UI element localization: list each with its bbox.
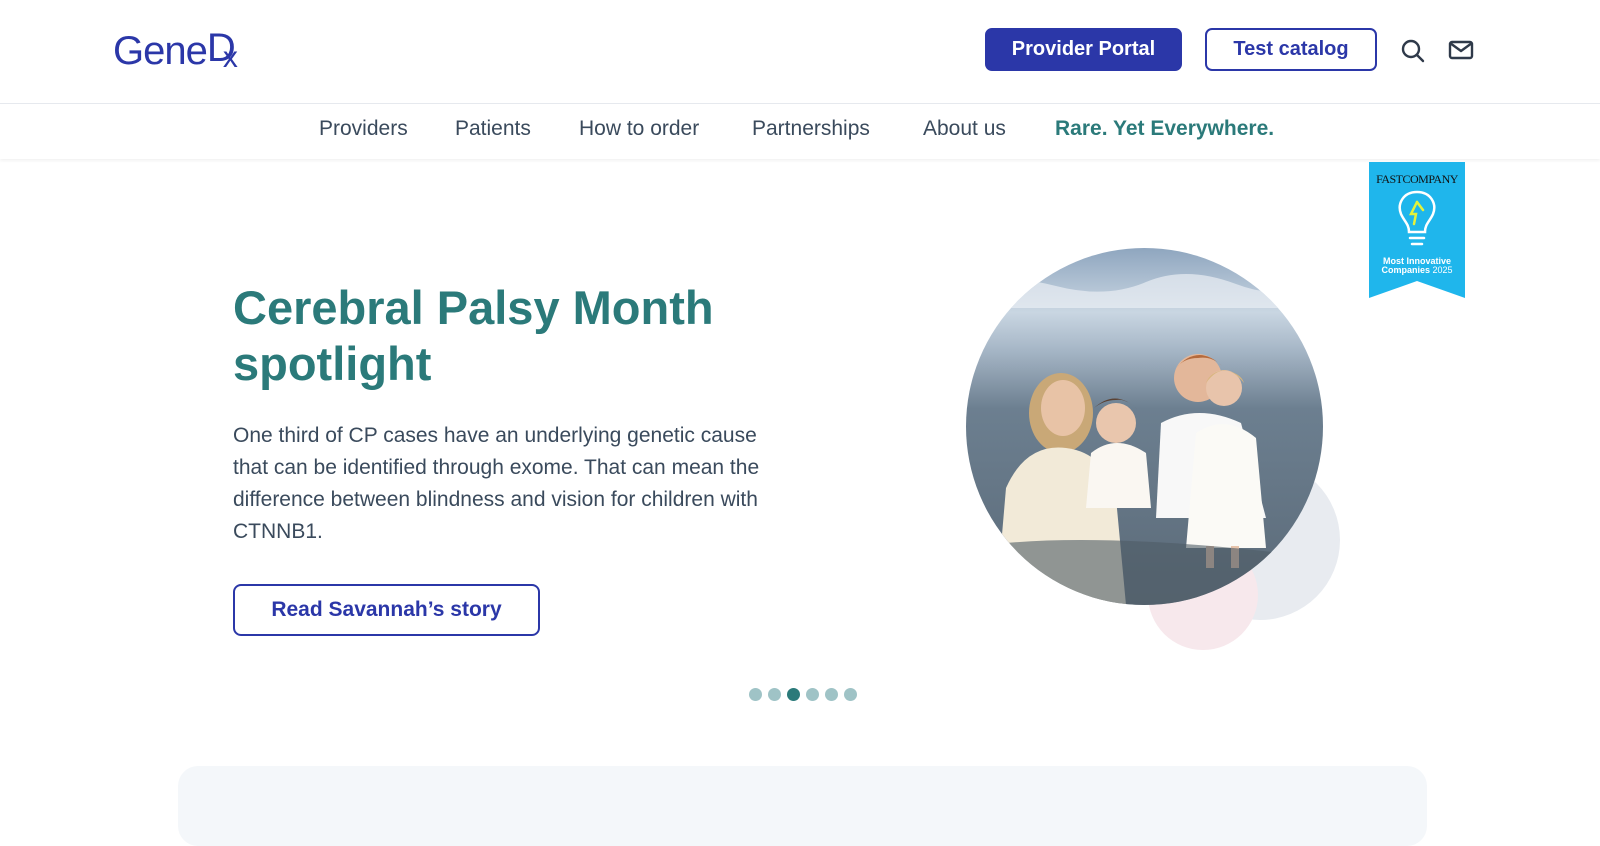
- carousel-pagination: [749, 688, 857, 701]
- badge-caption: Most Innovative Companies 2025: [1381, 256, 1453, 275]
- nav-item-how-to-order[interactable]: How to order: [579, 117, 699, 141]
- content-panel: [178, 766, 1427, 846]
- hero-title: Cerebral Palsy Month spotlight: [233, 281, 714, 390]
- carousel-dot[interactable]: [749, 688, 762, 701]
- nav-item-rare-yet-everywhere[interactable]: Rare. Yet Everywhere.: [1055, 117, 1274, 141]
- carousel-dot-active[interactable]: [787, 688, 800, 701]
- hero-description: One third of CP cases have an underlying…: [233, 424, 760, 543]
- nav-item-providers[interactable]: Providers: [319, 117, 408, 141]
- hero-family-photo: [966, 248, 1323, 605]
- mail-icon[interactable]: [1447, 36, 1475, 64]
- logo-dx-mark: D x: [206, 26, 238, 74]
- site-header: Gene D x Provider Portal Test catalog: [0, 0, 1600, 104]
- nav-item-patients[interactable]: Patients: [455, 117, 531, 141]
- nav-item-partnerships[interactable]: Partnerships: [752, 117, 870, 141]
- search-icon[interactable]: [1399, 37, 1427, 65]
- genedx-logo[interactable]: Gene D x: [113, 24, 241, 75]
- carousel-dot[interactable]: [768, 688, 781, 701]
- fast-company-award-badge[interactable]: FASTCOMPANY Most Innovative Companies 20…: [1369, 162, 1465, 298]
- provider-portal-button[interactable]: Provider Portal: [985, 28, 1182, 71]
- read-story-button[interactable]: Read Savannah’s story: [233, 584, 540, 636]
- badge-brand: FASTCOMPANY: [1376, 172, 1458, 186]
- main-nav: Providers Patients How to order Partners…: [0, 104, 1600, 159]
- carousel-dot[interactable]: [825, 688, 838, 701]
- nav-item-about-us[interactable]: About us: [923, 117, 1006, 141]
- test-catalog-button[interactable]: Test catalog: [1205, 28, 1377, 71]
- carousel-dot[interactable]: [844, 688, 857, 701]
- logo-wordmark: Gene: [113, 29, 208, 73]
- carousel-dot[interactable]: [806, 688, 819, 701]
